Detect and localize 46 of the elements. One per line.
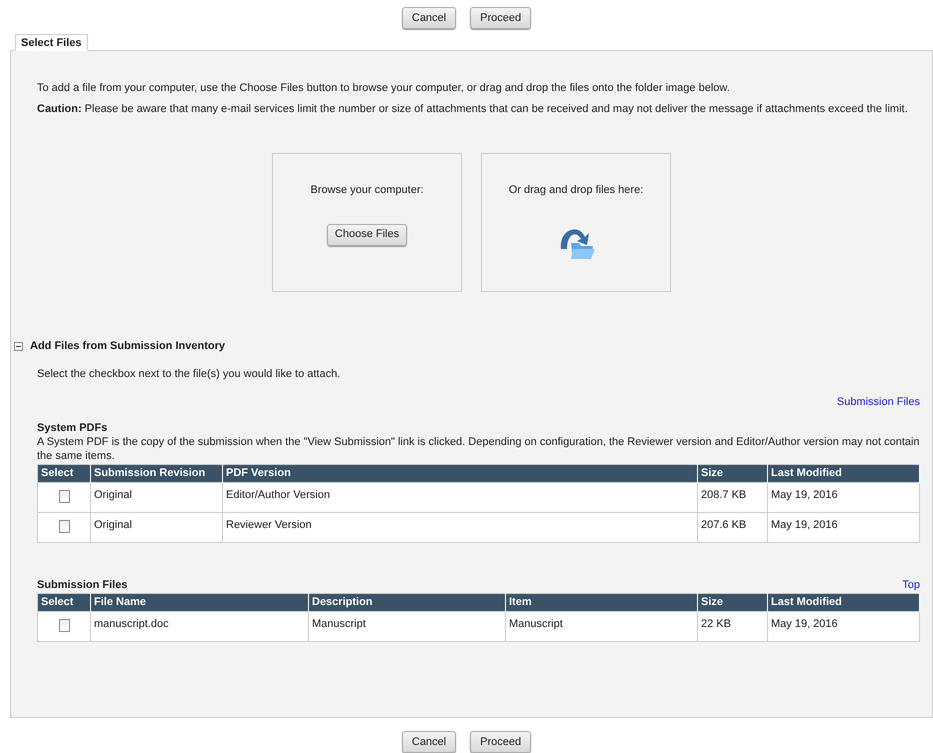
table-cell: 208.7 KB (701, 489, 746, 501)
action-button[interactable]: Proceed (470, 7, 532, 29)
subsection-heading: System PDFs (37, 421, 108, 435)
subsection-heading: Submission Files (37, 578, 128, 592)
drop-zone[interactable]: Or drag and drop files here: (481, 153, 671, 292)
browse-label: Browse your computer: (310, 183, 424, 198)
table-cell: May 19, 2016 (771, 519, 838, 531)
instruction-text: To add a file from your computer, use the Choose Files button to browse your computer, or drag and drop the files onto the folder image below. (37, 81, 731, 96)
column-header: Submission Revision (90, 464, 222, 482)
column-header: Select (38, 464, 90, 482)
table-cell: Reviewer Version (226, 519, 312, 531)
select-checkbox[interactable] (58, 520, 70, 533)
note-text: A System PDF is the copy of the submission when the "View Submission" link is clicked. Depending on configuration, the Reviewer version and Editor/Author version may not contain the same items. (37, 435, 920, 463)
top-link[interactable]: Top (902, 576, 920, 593)
column-header: PDF Version (222, 464, 698, 482)
table-cell: May 19, 2016 (771, 618, 838, 630)
table-cell: May 19, 2016 (771, 489, 838, 501)
table-cell: Original (94, 489, 132, 501)
collapse-icon[interactable] (14, 342, 23, 350)
caution-text: Caution: Please be aware that many e-mail services limit the number or size of attachments that can be received and may not deliver the message if attachments exceed the limit. (37, 102, 909, 117)
submission-files-link[interactable]: Submission Files (836, 394, 920, 410)
table-cell: Original (94, 519, 132, 531)
drop-label: Or drag and drop files here: (508, 183, 644, 198)
action-button[interactable]: Cancel (402, 731, 456, 753)
column-header: Size (698, 594, 768, 612)
column-header: Size (698, 464, 768, 482)
table-cell: manuscript.doc (94, 618, 169, 630)
select-files-tab[interactable]: Select Files (15, 34, 88, 51)
action-button[interactable]: Proceed (470, 731, 532, 753)
column-header: Last Modified (768, 594, 920, 612)
table-cell: Manuscript (312, 618, 366, 630)
table-cell: 22 KB (701, 618, 731, 630)
choose-files-button[interactable]: Choose Files (326, 224, 408, 246)
select-checkbox[interactable] (58, 490, 70, 503)
column-header: File Name (90, 594, 308, 612)
table-cell: 207.6 KB (701, 519, 746, 531)
column-header: Item (506, 594, 698, 612)
select-checkbox[interactable] (58, 619, 70, 632)
table-cell: Editor/Author Version (226, 489, 330, 501)
table-cell: Manuscript (509, 618, 563, 630)
section-heading: Add Files from Submission Inventory (30, 338, 225, 354)
action-button[interactable]: Cancel (402, 7, 456, 29)
instruction-text: Select the checkbox next to the file(s) you would like to attach. (37, 367, 342, 382)
column-header: Select (38, 594, 90, 612)
column-header: Description (308, 594, 506, 612)
column-header: Last Modified (768, 464, 920, 482)
